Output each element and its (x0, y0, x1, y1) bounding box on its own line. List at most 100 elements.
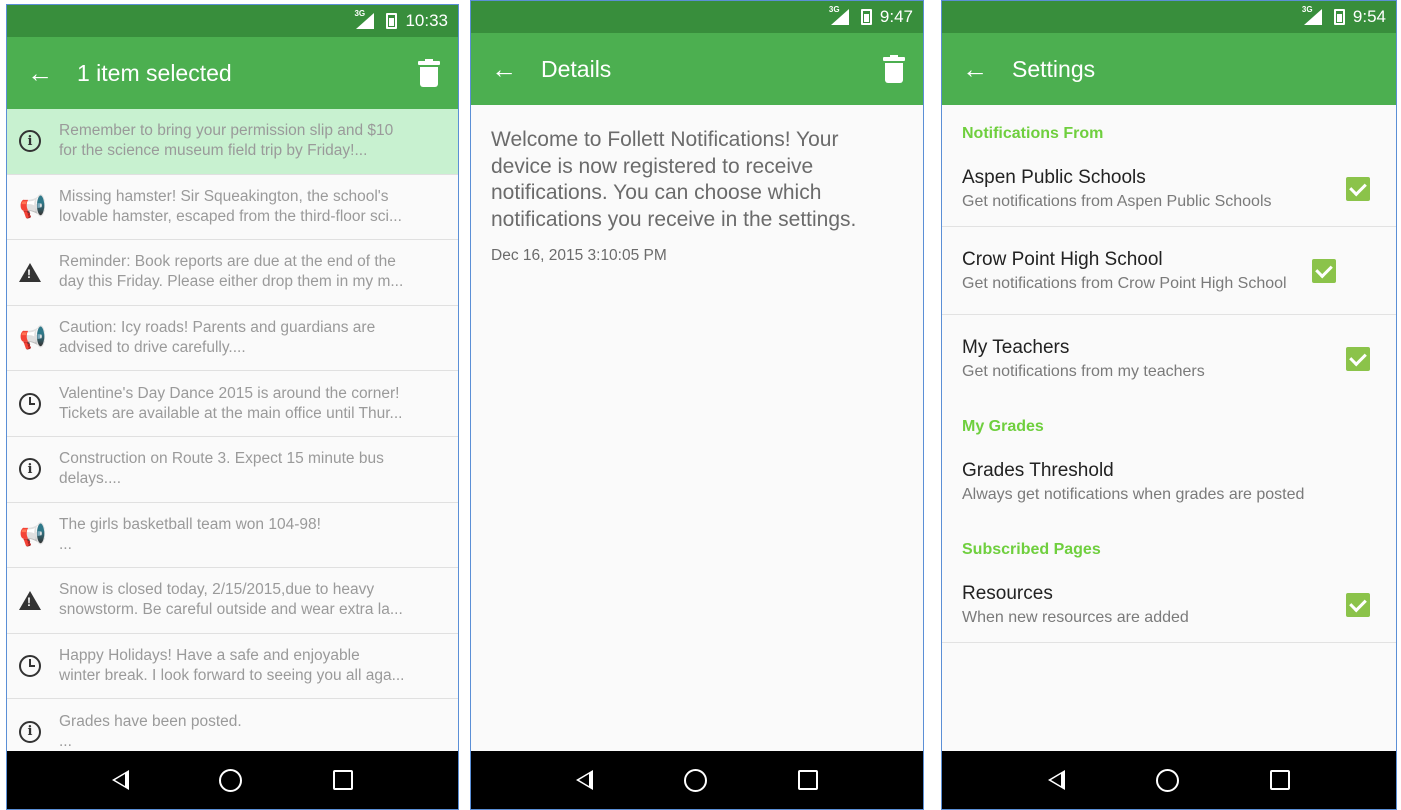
phone-settings: 3G 9:54 ← Settings Notifications From As… (941, 0, 1397, 810)
info-icon: i (19, 130, 41, 153)
notification-list: i Remember to bring your permission slip … (7, 109, 458, 751)
notification-text: lovable hamster, escaped from the third-… (59, 207, 402, 225)
page-title: Details (541, 55, 612, 82)
status-time: 9:47 (879, 7, 913, 26)
pref-summary: Always get notifications when grades are… (962, 486, 1305, 503)
nav-home-icon[interactable] (1155, 768, 1179, 792)
notification-text: snowstorm. Be careful outside and wear e… (59, 601, 403, 619)
notification-text: day this Friday. Please either drop them… (59, 273, 404, 291)
status-bar: 3G 10:33 (7, 5, 458, 37)
notification-row[interactable]: 📢 The girls basketball team won 104-98!..… (7, 503, 458, 569)
app-bar: ← Settings (942, 33, 1396, 105)
pref-title: My Teachers (962, 337, 1070, 358)
notification-text: Valentine's Day Dance 2015 is around the… (59, 384, 400, 402)
notification-row[interactable]: 📢 Missing hamster! Sir Squeakington, the … (7, 175, 458, 241)
pref-summary: Get notifications from Aspen Public Scho… (962, 193, 1272, 210)
status-bar: 3G 9:47 (471, 1, 923, 33)
phone-notification-list: 3G 10:33 ← 1 item selected i Remember to … (6, 4, 459, 810)
pref-crow-point-high-school[interactable]: Crow Point High School Get notifications… (942, 227, 1396, 315)
notification-row[interactable]: i Grades have been posted.... (7, 699, 458, 751)
delete-icon[interactable] (883, 55, 905, 83)
notification-row[interactable]: 📢 Caution: Icy roads! Parents and guardia… (7, 306, 458, 372)
signal-icon: 3G (1302, 5, 1328, 25)
pref-title: Aspen Public Schools (962, 167, 1146, 188)
notification-row[interactable]: Valentine's Day Dance 2015 is around the… (7, 371, 458, 437)
signal-icon: 3G (829, 5, 855, 25)
notification-row[interactable]: i Remember to bring your permission slip … (7, 109, 458, 175)
app-bar: ← Details (471, 33, 923, 105)
selection-title: 1 item selected (77, 59, 232, 86)
pref-aspen-public-schools[interactable]: Aspen Public Schools Get notifications f… (942, 151, 1396, 227)
nav-recents-icon[interactable] (332, 770, 353, 790)
back-arrow-icon[interactable]: ← (962, 56, 1012, 82)
megaphone-icon: 📢 (19, 325, 47, 351)
checkbox-resources[interactable] (1346, 592, 1370, 617)
notification-text: delays.... (59, 470, 122, 488)
notification-text: winter break. I look forward to seeing y… (59, 667, 405, 685)
detail-date: Dec 16, 2015 3:10:05 PM (491, 247, 667, 264)
pref-title: Resources (962, 583, 1053, 604)
pref-summary: Get notifications from my teachers (962, 363, 1205, 380)
notification-row[interactable]: Reminder: Book reports are due at the en… (7, 240, 458, 306)
nav-recents-icon[interactable] (1270, 770, 1291, 790)
pref-title: Grades Threshold (962, 460, 1114, 481)
settings-list: Notifications From Aspen Public Schools … (942, 105, 1396, 643)
notification-text: ... (59, 732, 72, 750)
checkbox-aspen[interactable] (1346, 176, 1370, 201)
info-icon: i (19, 720, 41, 743)
signal-icon: 3G (354, 9, 380, 29)
notification-text: Reminder: Book reports are due at the en… (59, 253, 396, 271)
notification-text: Construction on Route 3. Expect 15 minut… (59, 450, 384, 468)
nav-back-icon[interactable] (112, 770, 130, 790)
notification-text: Missing hamster! Sir Squeakington, the s… (59, 187, 389, 205)
checkbox-my-teachers[interactable] (1346, 346, 1370, 371)
page-title: Settings (1012, 55, 1096, 82)
back-arrow-icon[interactable]: ← (27, 60, 77, 86)
megaphone-icon: 📢 (19, 521, 47, 547)
nav-bar (7, 751, 458, 809)
notification-text: Snow is closed today, 2/15/2015,due to h… (59, 581, 375, 599)
notification-text: Caution: Icy roads! Parents and guardian… (59, 319, 376, 337)
nav-back-icon[interactable] (576, 770, 594, 790)
status-bar: 3G 9:54 (942, 1, 1396, 33)
warning-icon (19, 262, 41, 282)
notification-text: Happy Holidays! Have a safe and enjoyabl… (59, 647, 360, 665)
back-arrow-icon[interactable]: ← (491, 56, 541, 82)
status-time: 10:33 (405, 11, 448, 30)
notification-text: Tickets are available at the main office… (59, 404, 403, 422)
notification-row[interactable]: i Construction on Route 3. Expect 15 minu… (7, 437, 458, 503)
nav-back-icon[interactable] (1047, 770, 1065, 790)
notification-text: Grades have been posted. (59, 712, 242, 730)
delete-icon[interactable] (418, 59, 440, 87)
battery-icon (1333, 9, 1345, 25)
detail-message: Welcome to Follett Notifications! Your d… (491, 128, 857, 231)
alarm-icon (19, 655, 41, 678)
notification-row[interactable]: Snow is closed today, 2/15/2015,due to h… (7, 568, 458, 634)
pref-resources[interactable]: Resources When new resources are added (942, 567, 1396, 643)
pref-my-teachers[interactable]: My Teachers Get notifications from my te… (942, 315, 1396, 396)
nav-recents-icon[interactable] (797, 770, 818, 790)
nav-home-icon[interactable] (219, 768, 243, 792)
status-time: 9:54 (1352, 7, 1386, 26)
warning-icon (19, 590, 41, 610)
pref-summary: Get notifications from Crow Point High S… (962, 275, 1287, 292)
battery-icon (386, 13, 398, 29)
checkbox-crow-point[interactable] (1312, 258, 1336, 283)
notification-text: Remember to bring your permission slip a… (59, 122, 394, 140)
phone-details: 3G 9:47 ← Details Welcome to Follett Not… (470, 0, 924, 810)
battery-icon (860, 9, 872, 25)
notification-text: advised to drive carefully.... (59, 339, 246, 357)
nav-bar (471, 751, 923, 809)
notification-text: for the science museum field trip by Fri… (59, 142, 368, 160)
pref-summary: When new resources are added (962, 609, 1189, 626)
pref-title: Crow Point High School (962, 249, 1163, 270)
notification-text: ... (59, 535, 72, 553)
nav-bar (942, 751, 1396, 809)
notification-text: The girls basketball team won 104-98! (59, 515, 321, 533)
pref-grades-threshold[interactable]: Grades Threshold Always get notification… (942, 444, 1396, 519)
megaphone-icon: 📢 (19, 193, 47, 219)
nav-home-icon[interactable] (683, 768, 707, 792)
notification-row[interactable]: Happy Holidays! Have a safe and enjoyabl… (7, 634, 458, 700)
info-icon: i (19, 458, 41, 481)
app-bar: ← 1 item selected (7, 37, 458, 109)
